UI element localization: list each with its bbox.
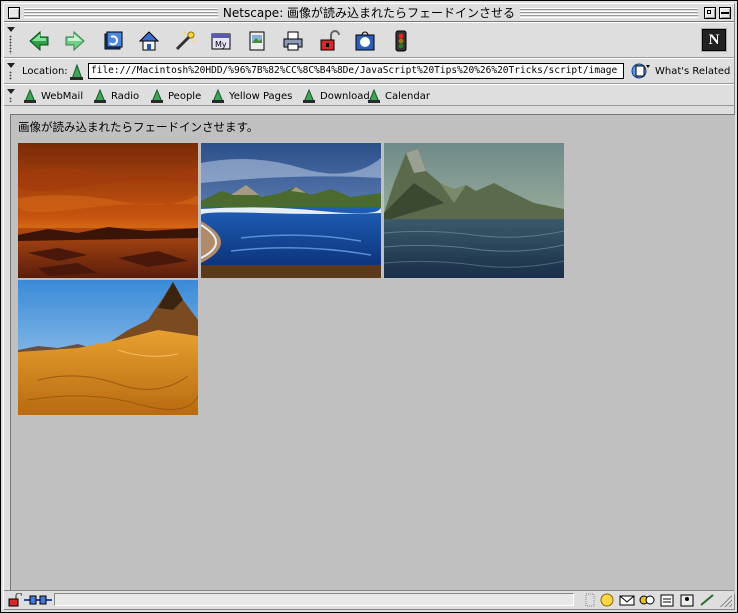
bookmark-icon [212,88,224,103]
bookmark-yellow-pages[interactable]: Yellow Pages [210,88,292,104]
my-netscape-icon: My [211,33,231,50]
home-button[interactable] [134,27,164,55]
bookmark-webmail[interactable]: WebMail [22,88,83,104]
instant-messenger-icon[interactable] [638,593,656,607]
home-icon [138,31,160,51]
print-button[interactable] [278,27,308,55]
bookmark-label: People [168,90,202,102]
back-arrow-icon [29,30,49,52]
zoom-box[interactable] [704,7,716,19]
reload-button[interactable] [98,27,128,55]
stop-button[interactable] [386,27,416,55]
whats-related-icon [631,63,650,79]
bookmark-icon [303,88,315,103]
desert-peak-image [18,280,198,415]
browser-window: Netscape: 画像が読み込まれたらフェードインさせる My N Locat… [0,0,738,613]
navigator-icon[interactable] [598,593,616,607]
title-bar[interactable]: Netscape: 画像が読み込まれたらフェードインさせる [4,4,734,22]
location-url-text: file:///Macintosh%20HDD/%96%7B%82%CC%8C%… [91,65,618,76]
toolbar-collapse-grip[interactable] [6,25,16,55]
whats-related-label: What's Related [655,65,731,77]
forward-arrow-icon [65,30,85,52]
bookmark-icon [368,88,380,103]
bookmark-icon [24,88,36,103]
netscape-logo[interactable]: N [702,29,726,51]
island-bay-image [201,143,381,278]
resize-grip[interactable] [720,595,732,607]
bookmark-icon [94,88,106,103]
bookmark-label: WebMail [41,90,84,102]
bookmark-label: Radio [111,90,140,102]
netscape-logo-letter: N [708,31,720,48]
reload-icon [104,31,123,50]
status-message-field [54,593,574,606]
bookmark-people[interactable]: People [149,88,201,104]
page-content: 画像が読み込まれたらフェードインさせます。 [10,114,735,594]
svg-text:My: My [215,40,227,49]
location-toolbar: Location: file:///Macintosh%20HDD/%96%7B… [4,58,734,84]
location-label: Location: [22,66,68,77]
back-button[interactable] [24,27,54,55]
mail-icon[interactable] [618,593,636,607]
component-bar [584,593,716,607]
page-proxy-icon[interactable] [68,63,86,84]
traffic-light-icon [395,30,407,52]
location-input[interactable]: file:///Macintosh%20HDD/%96%7B%82%CC%8C%… [88,63,624,79]
navigation-toolbar: My N [4,22,734,58]
personal-toolbar: WebMail Radio People Yellow Pages Downlo… [4,84,734,106]
forward-button[interactable] [60,27,90,55]
images-icon [249,31,265,51]
component-bar-grip-icon [585,593,595,607]
images-button[interactable] [242,27,272,55]
bookmark-label: Download [320,90,370,102]
address-book-icon[interactable] [678,593,696,607]
mountain-sea-image [384,143,564,278]
pen-icon[interactable] [698,593,716,607]
sunset-lake-image [18,143,198,278]
composer-icon[interactable] [658,593,676,607]
whats-related-button[interactable]: What's Related [630,62,734,80]
search-button[interactable] [170,27,200,55]
status-bar [4,590,734,609]
my-netscape-button[interactable]: My [206,27,236,55]
window-title-text: Netscape: 画像が読み込まれたらフェードインさせる [217,6,521,20]
page-text: 画像が読み込まれたらフェードインさせます。 [18,120,259,134]
bookmark-label: Calendar [385,90,430,102]
search-wand-icon [175,31,195,51]
security-button[interactable] [314,27,344,55]
online-status-icon[interactable] [24,594,52,609]
bookmark-calendar[interactable]: Calendar [366,88,430,104]
unlocked-padlock-icon [320,30,340,51]
window-title: Netscape: 画像が読み込まれたらフェードインさせる [4,5,734,21]
bookmark-download[interactable]: Download [301,88,370,104]
security-status-icon[interactable] [8,592,23,610]
bookmark-radio[interactable]: Radio [92,88,139,104]
window-frame: Netscape: 画像が読み込まれたらフェードインさせる My N Locat… [3,3,735,610]
shop-button[interactable] [350,27,380,55]
bookmark-label: Yellow Pages [229,90,293,102]
collapse-box[interactable] [719,7,731,19]
toolbar-collapse-grip[interactable] [6,61,16,81]
toolbar-collapse-grip[interactable] [6,87,16,103]
bookmark-icon [151,88,163,103]
print-icon [283,31,303,51]
shop-icon [355,31,375,51]
